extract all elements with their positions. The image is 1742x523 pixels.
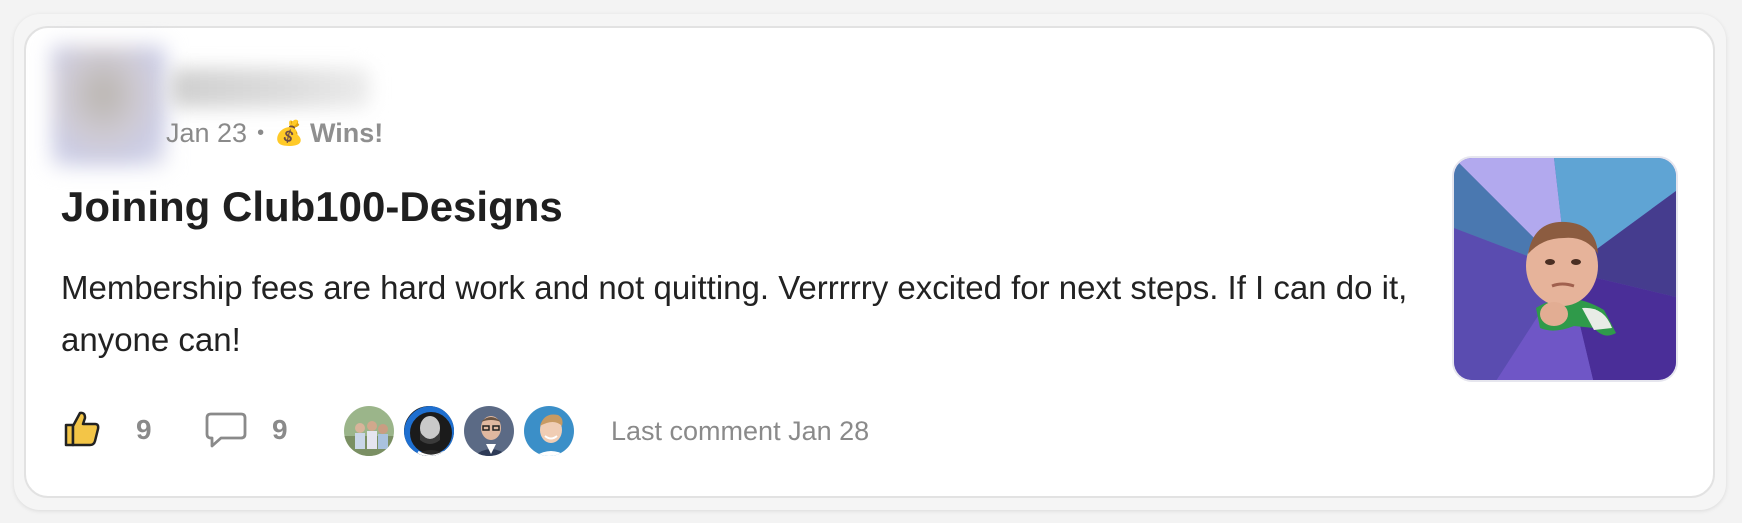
success-kid-meme-image bbox=[1454, 158, 1676, 380]
like-count: 9 bbox=[136, 414, 152, 445]
thumbs-up-icon bbox=[64, 411, 100, 447]
commenter-avatars[interactable] bbox=[342, 404, 582, 458]
post-date: Jan 23 bbox=[166, 118, 248, 148]
post-meta: Jan 23 • 💰 Wins! bbox=[166, 118, 383, 149]
author-avatar[interactable] bbox=[52, 46, 166, 166]
avatar[interactable] bbox=[402, 404, 456, 458]
post-footer: 9 9 Last comment Jan 28 bbox=[62, 404, 962, 460]
avatar[interactable] bbox=[522, 404, 576, 458]
post-thumbnail[interactable] bbox=[1452, 156, 1678, 382]
avatar-young-man bbox=[524, 406, 574, 456]
like-button[interactable] bbox=[62, 408, 102, 448]
post-category[interactable]: Wins! bbox=[310, 118, 383, 149]
post-body: Membership fees are hard work and not qu… bbox=[61, 269, 1408, 358]
avatar[interactable] bbox=[342, 404, 396, 458]
speech-bubble-icon bbox=[205, 412, 247, 448]
comment-count: 9 bbox=[272, 414, 288, 445]
last-comment-date[interactable]: Last comment Jan 28 bbox=[611, 416, 869, 447]
avatar[interactable] bbox=[462, 404, 516, 458]
avatar-man-glasses bbox=[464, 406, 514, 456]
meta-separator: • bbox=[257, 122, 265, 144]
avatar-group-photo bbox=[344, 406, 394, 456]
avatar-pod-hub-coach bbox=[404, 406, 454, 456]
comment-button[interactable] bbox=[205, 410, 247, 455]
author-name[interactable] bbox=[170, 68, 370, 108]
money-bag-icon: 💰 bbox=[274, 120, 304, 147]
post-title[interactable]: Joining Club100-Designs bbox=[61, 183, 563, 231]
